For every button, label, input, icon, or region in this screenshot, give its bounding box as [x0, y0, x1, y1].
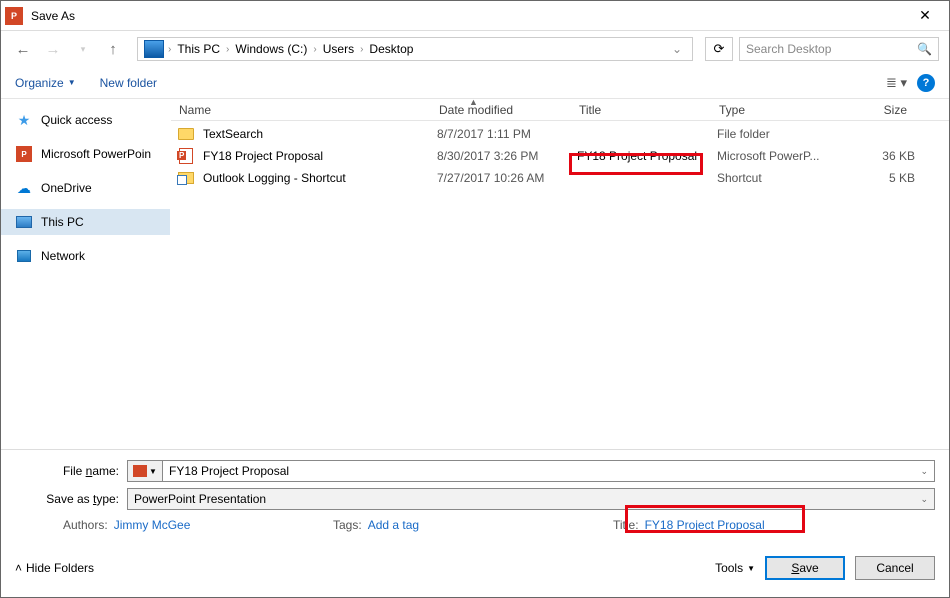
organize-button[interactable]: Organize ▼: [15, 76, 76, 90]
dropdown-icon[interactable]: ⌄: [920, 494, 928, 505]
star-icon: ★: [15, 112, 33, 128]
address-expand-icon[interactable]: ⌄: [668, 42, 686, 56]
dropdown-icon: ▼: [747, 564, 755, 573]
filename-input[interactable]: FY18 Project Proposal ⌄: [163, 460, 935, 482]
new-folder-button[interactable]: New folder: [100, 76, 157, 90]
column-size[interactable]: Size: [835, 103, 915, 117]
filename-label: File name:: [15, 464, 127, 478]
sidebar-item-onedrive[interactable]: ☁ OneDrive: [1, 175, 170, 201]
chevron-up-icon: ˄: [15, 561, 22, 575]
breadcrumb-this-pc[interactable]: This PC: [175, 42, 222, 56]
sidebar: ★ Quick access P Microsoft PowerPoin ☁ O…: [1, 99, 171, 449]
sidebar-item-network[interactable]: Network: [1, 243, 170, 269]
column-name[interactable]: Name: [171, 103, 431, 117]
sidebar-item-label: Network: [41, 249, 85, 263]
column-type[interactable]: Type: [711, 103, 835, 117]
powerpoint-file-icon: [177, 147, 195, 165]
chevron-right-icon[interactable]: ›: [226, 44, 229, 55]
file-type: File folder: [717, 127, 841, 141]
sort-indicator-icon: ▲: [469, 97, 478, 107]
network-icon: [15, 248, 33, 264]
close-button[interactable]: ✕: [905, 1, 945, 31]
sidebar-item-powerpoint[interactable]: P Microsoft PowerPoin: [1, 141, 170, 167]
column-title[interactable]: Title: [571, 103, 711, 117]
file-type: Shortcut: [717, 171, 841, 185]
sidebar-item-label: Microsoft PowerPoin: [41, 147, 151, 161]
sidebar-item-label: This PC: [41, 215, 84, 229]
shortcut-icon: [177, 169, 195, 187]
monitor-icon: [15, 214, 33, 230]
main-area: ★ Quick access P Microsoft PowerPoin ☁ O…: [1, 99, 949, 449]
search-placeholder: Search Desktop: [746, 42, 831, 56]
powerpoint-icon: [133, 465, 147, 477]
file-size: 5 KB: [841, 171, 915, 185]
sidebar-item-label: Quick access: [41, 113, 112, 127]
search-input[interactable]: Search Desktop 🔍: [739, 37, 939, 61]
tags-value[interactable]: Add a tag: [368, 518, 419, 532]
dropdown-icon: ▼: [149, 467, 157, 476]
file-type: Microsoft PowerP...: [717, 149, 841, 163]
sidebar-item-quick-access[interactable]: ★ Quick access: [1, 107, 170, 133]
navigation-bar: ← → ▾ ↑ › This PC › Windows (C:) › Users…: [1, 31, 949, 67]
savetype-select[interactable]: PowerPoint Presentation ⌄: [127, 488, 935, 510]
file-list: ▲ Name Date modified Title Type Size Tex…: [171, 99, 949, 449]
folder-icon: [177, 125, 195, 143]
authors-label: Authors:: [63, 518, 108, 532]
bottom-panel: File name: ▼ FY18 Project Proposal ⌄ Sav…: [1, 449, 949, 592]
forward-button[interactable]: →: [41, 37, 65, 61]
breadcrumb-desktop[interactable]: Desktop: [367, 42, 415, 56]
sidebar-item-this-pc[interactable]: This PC: [1, 209, 170, 235]
help-button[interactable]: ?: [917, 74, 935, 92]
chevron-right-icon[interactable]: ›: [313, 44, 316, 55]
dropdown-icon[interactable]: ⌄: [920, 466, 928, 477]
file-row[interactable]: FY18 Project Proposal 8/30/2017 3:26 PM …: [171, 145, 949, 167]
recent-dropdown[interactable]: ▾: [71, 37, 95, 61]
file-modified: 8/7/2017 1:11 PM: [437, 127, 577, 141]
toolbar: Organize ▼ New folder ≣ ▾ ?: [1, 67, 949, 99]
file-modified: 8/30/2017 3:26 PM: [437, 149, 577, 163]
column-date-modified[interactable]: Date modified: [431, 103, 571, 117]
hide-folders-button[interactable]: ˄ Hide Folders: [15, 561, 94, 575]
powerpoint-icon: P: [15, 146, 33, 162]
dropdown-icon: ▼: [68, 78, 76, 87]
tags-label: Tags:: [333, 518, 362, 532]
window-title: Save As: [31, 9, 905, 23]
column-headers: ▲ Name Date modified Title Type Size: [171, 99, 949, 121]
title-meta-label: Title:: [613, 518, 639, 532]
filetype-dropdown-button[interactable]: ▼: [127, 460, 163, 482]
file-row[interactable]: Outlook Logging - Shortcut 7/27/2017 10:…: [171, 167, 949, 189]
search-icon[interactable]: 🔍: [917, 42, 932, 56]
this-pc-icon: [144, 40, 164, 58]
title-meta-value[interactable]: FY18 Project Proposal: [645, 518, 765, 532]
file-modified: 7/27/2017 10:26 AM: [437, 171, 577, 185]
tools-dropdown[interactable]: Tools ▼: [715, 561, 755, 575]
save-button[interactable]: Save: [765, 556, 845, 580]
cancel-button[interactable]: Cancel: [855, 556, 935, 580]
authors-value[interactable]: Jimmy McGee: [114, 518, 191, 532]
powerpoint-app-icon: P: [5, 7, 23, 25]
savetype-label: Save as type:: [15, 492, 127, 506]
file-name: FY18 Project Proposal: [203, 149, 437, 163]
title-bar: P Save As ✕: [1, 1, 949, 31]
file-name: TextSearch: [203, 127, 437, 141]
breadcrumb-windows-c[interactable]: Windows (C:): [233, 42, 309, 56]
breadcrumb-users[interactable]: Users: [321, 42, 356, 56]
file-size: 36 KB: [841, 149, 915, 163]
refresh-button[interactable]: ⟳: [705, 37, 733, 61]
file-row[interactable]: TextSearch 8/7/2017 1:11 PM File folder: [171, 123, 949, 145]
file-name: Outlook Logging - Shortcut: [203, 171, 437, 185]
address-bar[interactable]: › This PC › Windows (C:) › Users › Deskt…: [137, 37, 693, 61]
file-title: FY18 Project Proposal: [577, 149, 717, 163]
chevron-right-icon[interactable]: ›: [168, 44, 171, 55]
cloud-icon: ☁: [15, 180, 33, 196]
chevron-right-icon[interactable]: ›: [360, 44, 363, 55]
up-button[interactable]: ↑: [101, 37, 125, 61]
view-options-button[interactable]: ≣ ▾: [886, 75, 907, 91]
sidebar-item-label: OneDrive: [41, 181, 92, 195]
back-button[interactable]: ←: [11, 37, 35, 61]
